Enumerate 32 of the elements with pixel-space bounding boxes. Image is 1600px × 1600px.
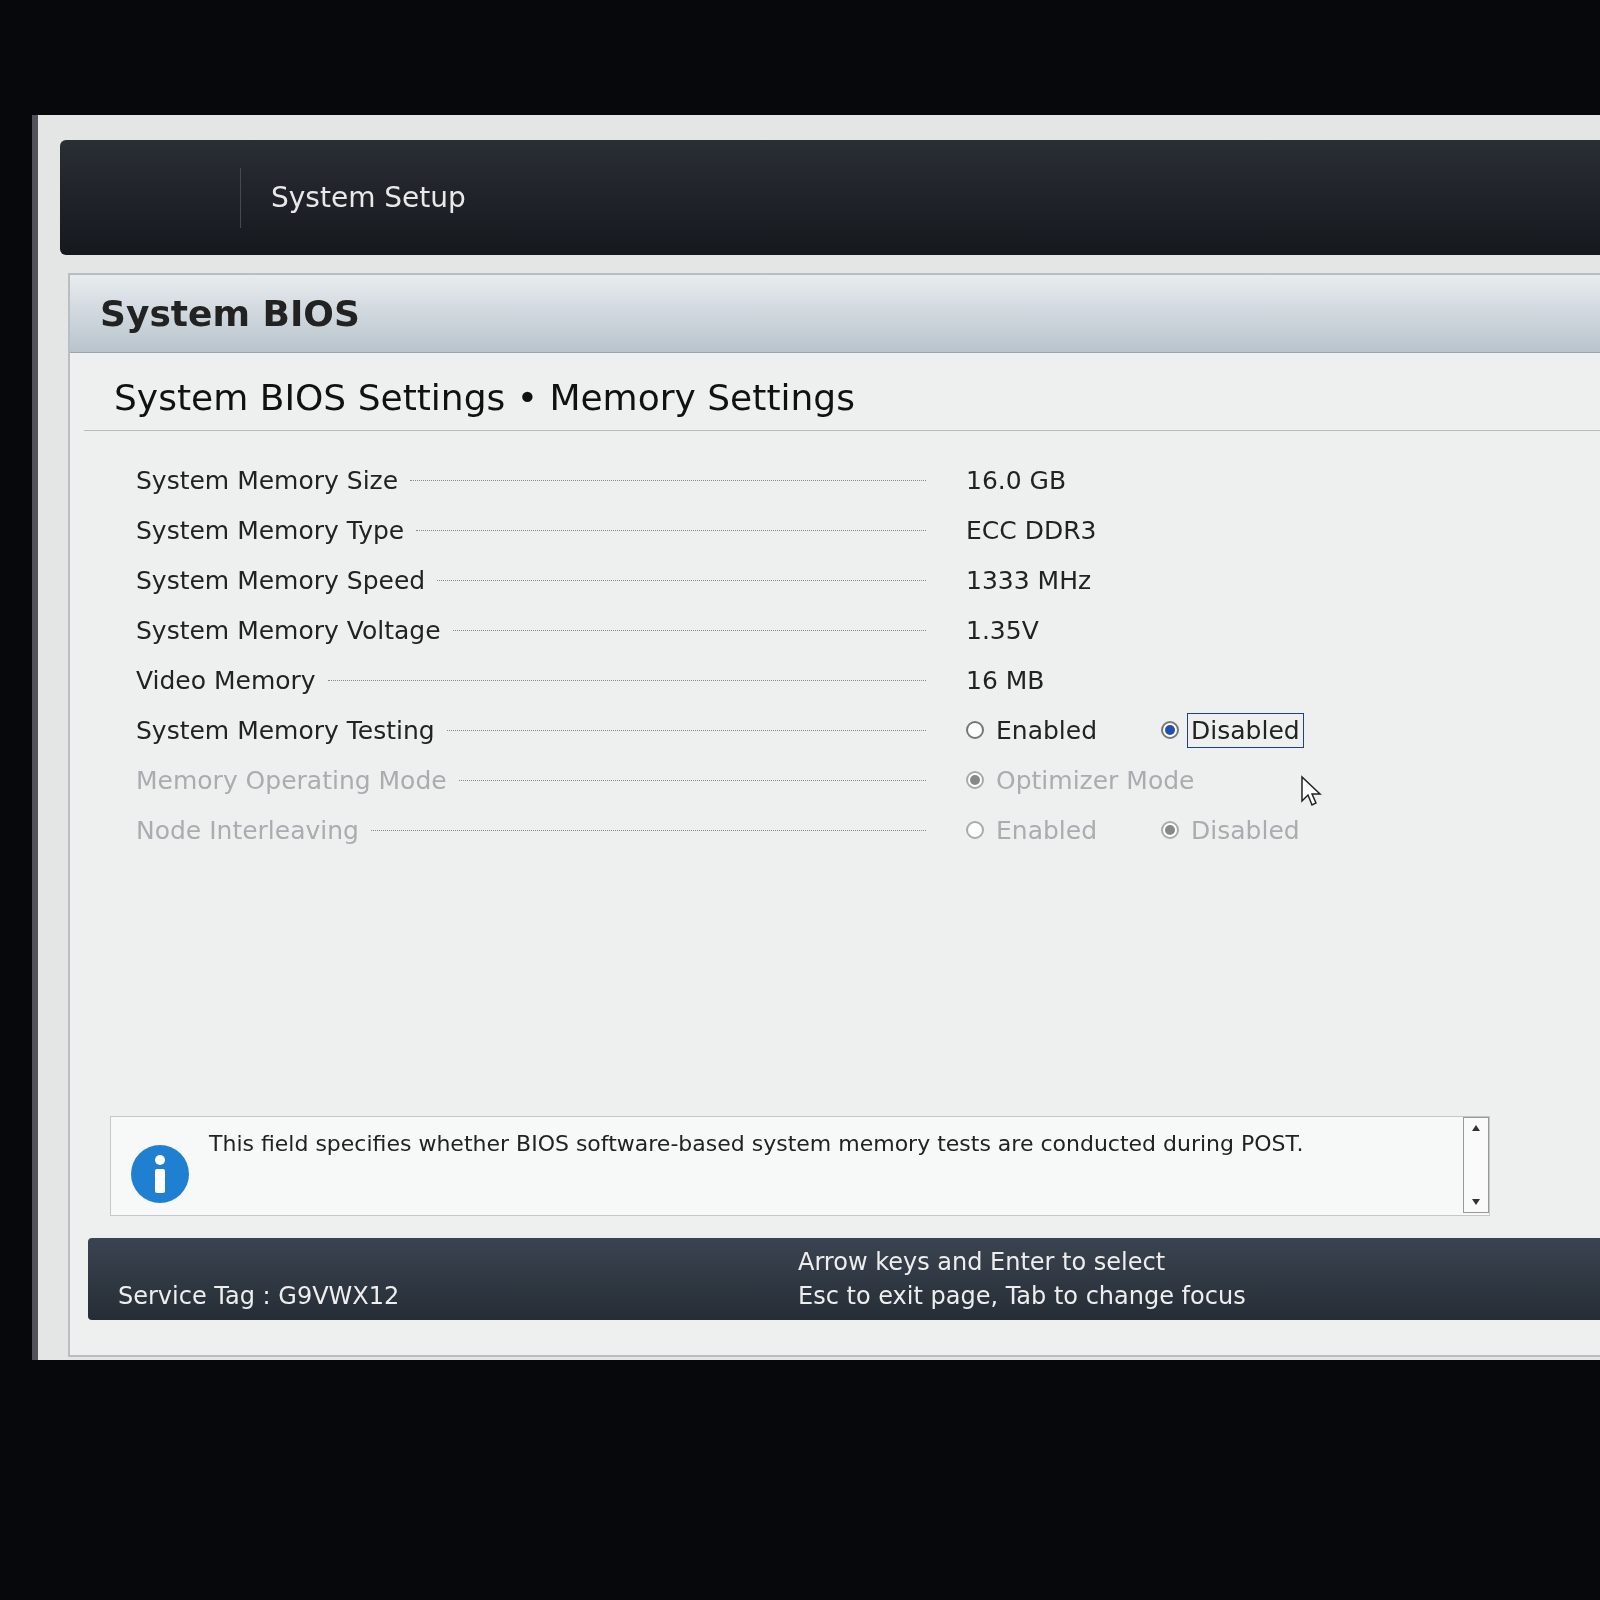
setting-label: System Memory Testing (136, 715, 435, 745)
option-label: Enabled (995, 814, 1099, 847)
scrollbar[interactable] (1463, 1117, 1489, 1213)
service-tag: Service Tag : G9VWX12 (118, 1282, 798, 1310)
setting-value: 1.35V (966, 615, 1039, 645)
page-title: System BIOS (100, 293, 360, 334)
setting-value: 16.0 GB (966, 465, 1067, 495)
setting-label: Memory Operating Mode (136, 765, 447, 795)
mouse-cursor-icon (1300, 775, 1322, 807)
setting-label: Video Memory (136, 665, 316, 695)
scroll-down-icon[interactable] (1471, 1198, 1481, 1206)
help-text: This field specifies whether BIOS software-based system memory tests are conducted during POST. (209, 1131, 1305, 1156)
scroll-up-icon[interactable] (1471, 1124, 1481, 1132)
setting-value: ECC DDR3 (966, 515, 1097, 545)
setting-label: System Memory Type (136, 515, 405, 545)
option-label: Optimizer Mode (995, 764, 1196, 797)
breadcrumb: System BIOS Settings • Memory Settings (84, 353, 1600, 431)
app-title: System Setup (271, 181, 466, 214)
setting-value: 1333 MHz (966, 565, 1092, 595)
key-hint: Esc to exit page, Tab to change focus (798, 1282, 1246, 1310)
option-label[interactable]: Enabled (992, 712, 1102, 748)
option-label[interactable]: Disabled (1187, 712, 1304, 748)
option-label: Disabled (1190, 814, 1301, 847)
setting-label: System Memory Speed (136, 565, 426, 595)
info-icon (129, 1143, 191, 1205)
setting-label: System Memory Size (136, 465, 399, 495)
key-hint: Arrow keys and Enter to select (798, 1248, 1167, 1276)
setting-label: Node Interleaving (136, 815, 359, 845)
setting-label: System Memory Voltage (136, 615, 441, 645)
setting-value: 16 MB (966, 665, 1045, 695)
radio-button[interactable] (1161, 721, 1180, 739)
radio-button[interactable] (966, 721, 984, 739)
